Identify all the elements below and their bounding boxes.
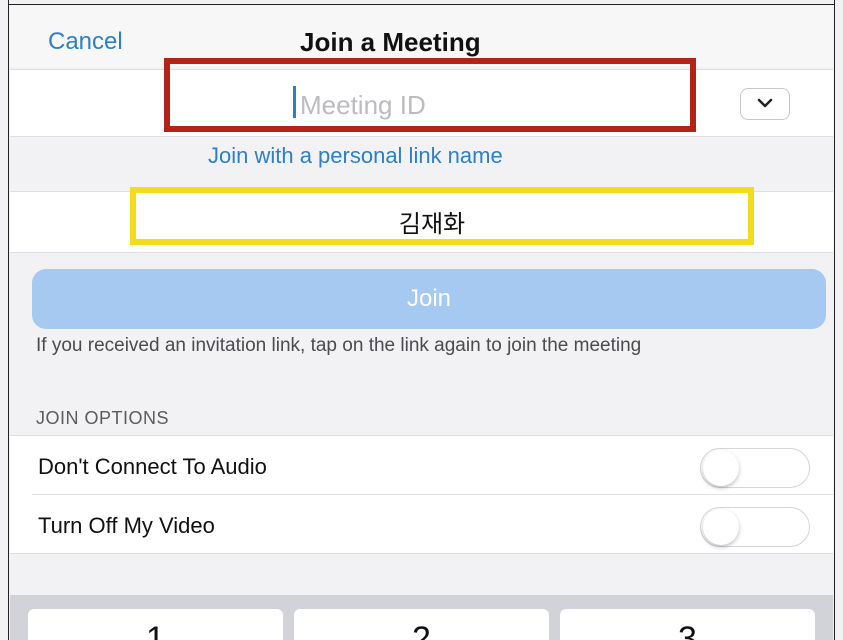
meeting-id-dropdown-button[interactable]	[740, 88, 790, 120]
key-2[interactable]: 2	[294, 609, 549, 640]
toggle-knob	[703, 509, 739, 545]
option-label-audio: Don't Connect To Audio	[38, 454, 267, 479]
personal-link-button[interactable]: Join with a personal link name	[208, 143, 503, 169]
key-1[interactable]: 1	[28, 609, 283, 640]
frame-edge	[8, 0, 9, 640]
toggle-turn-off-video[interactable]	[700, 507, 810, 547]
frame-edge	[834, 0, 835, 640]
toggle-knob	[703, 450, 739, 486]
option-row-audio: Don't Connect To Audio	[10, 436, 833, 495]
option-row-video: Turn Off My Video	[10, 495, 833, 553]
highlight-box-display-name	[130, 187, 754, 245]
option-label-video: Turn Off My Video	[38, 513, 215, 538]
key-3[interactable]: 3	[560, 609, 815, 640]
page-title: Join a Meeting	[300, 27, 481, 57]
join-meeting-screen: Cancel Join a Meeting Join with a person…	[10, 5, 833, 640]
join-options-list: Don't Connect To Audio Turn Off My Video	[10, 435, 833, 554]
join-button[interactable]: Join	[32, 269, 826, 329]
numeric-keypad: 1 2 3	[10, 595, 833, 640]
cancel-button[interactable]: Cancel	[48, 28, 123, 56]
chevron-down-icon	[757, 95, 773, 113]
join-options-header: JOIN OPTIONS	[36, 408, 170, 428]
invitation-hint-text: If you received an invitation link, tap …	[36, 335, 642, 356]
highlight-box-meeting-id	[164, 58, 696, 132]
toggle-dont-connect-audio[interactable]	[700, 448, 810, 488]
